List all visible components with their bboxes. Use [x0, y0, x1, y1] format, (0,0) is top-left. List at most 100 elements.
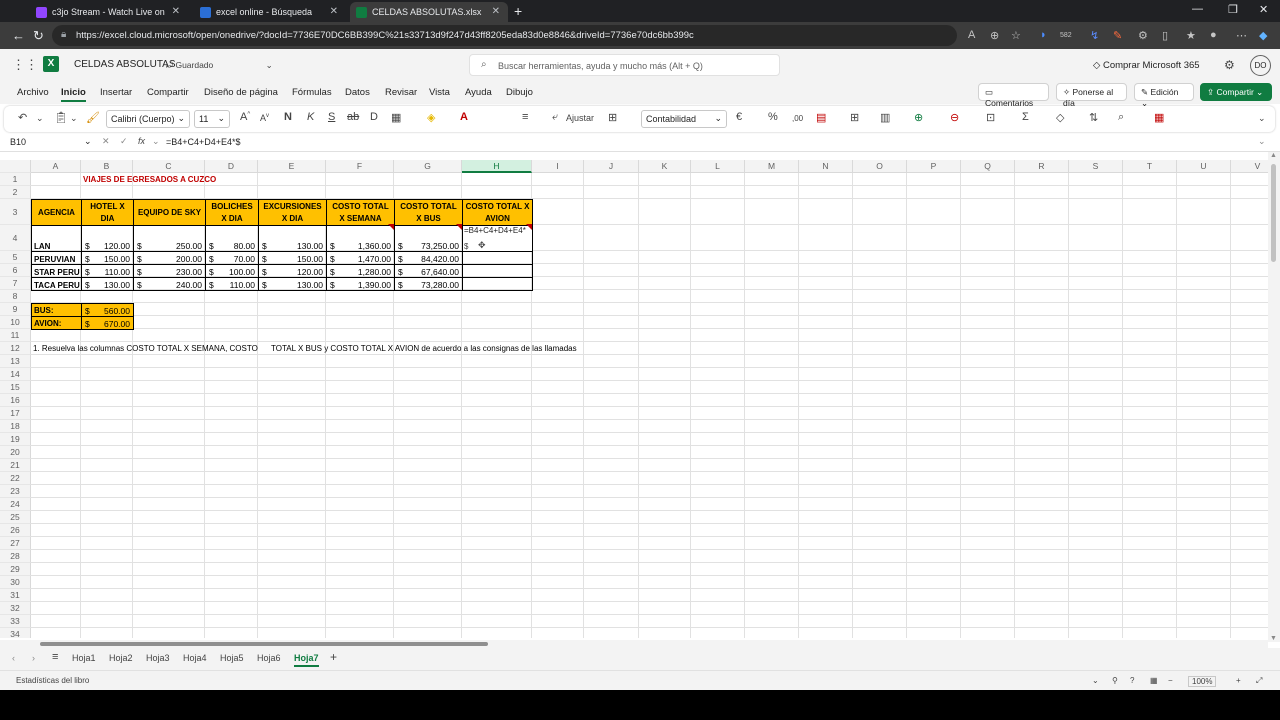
- cell[interactable]: [133, 589, 205, 602]
- cell[interactable]: [258, 433, 326, 446]
- cell[interactable]: [639, 459, 691, 472]
- sheet-tab[interactable]: Hoja3: [146, 653, 170, 663]
- cell[interactable]: [394, 459, 462, 472]
- clear-icon[interactable]: ◇: [1056, 111, 1064, 124]
- cell[interactable]: [394, 485, 462, 498]
- cell[interactable]: [907, 381, 961, 394]
- cell[interactable]: [691, 420, 745, 433]
- cell[interactable]: [639, 199, 691, 225]
- cell[interactable]: [394, 303, 462, 316]
- cell[interactable]: [907, 498, 961, 511]
- cell[interactable]: [394, 290, 462, 303]
- cell[interactable]: [907, 264, 961, 277]
- cell[interactable]: [1069, 264, 1123, 277]
- cell[interactable]: [532, 186, 584, 199]
- cell[interactable]: [1177, 199, 1231, 225]
- cell[interactable]: [907, 615, 961, 628]
- cell[interactable]: [1069, 277, 1123, 290]
- cell[interactable]: [961, 550, 1015, 563]
- cell[interactable]: [639, 511, 691, 524]
- cell[interactable]: [1177, 251, 1231, 264]
- cell[interactable]: [799, 251, 853, 264]
- cell[interactable]: [1177, 498, 1231, 511]
- cell[interactable]: [799, 329, 853, 342]
- undo-icon[interactable]: ↶: [18, 111, 27, 124]
- cell[interactable]: [532, 199, 584, 225]
- cell[interactable]: [584, 173, 639, 186]
- cell[interactable]: [691, 407, 745, 420]
- cell[interactable]: [961, 498, 1015, 511]
- cell[interactable]: [584, 264, 639, 277]
- cell[interactable]: [462, 355, 532, 368]
- cell[interactable]: [1069, 355, 1123, 368]
- cell[interactable]: [691, 472, 745, 485]
- cell[interactable]: [584, 524, 639, 537]
- close-icon[interactable]: ✕: [172, 6, 180, 17]
- cell[interactable]: [691, 485, 745, 498]
- cell[interactable]: [31, 394, 81, 407]
- cell[interactable]: [1015, 498, 1069, 511]
- cell[interactable]: [532, 615, 584, 628]
- cell[interactable]: [205, 498, 258, 511]
- cell[interactable]: [907, 433, 961, 446]
- cell[interactable]: [532, 563, 584, 576]
- cell[interactable]: [31, 550, 81, 563]
- cell[interactable]: [31, 186, 81, 199]
- cell[interactable]: [1231, 472, 1268, 485]
- cell[interactable]: [394, 355, 462, 368]
- cell[interactable]: [853, 576, 907, 589]
- cell[interactable]: [326, 355, 394, 368]
- cell[interactable]: [1177, 589, 1231, 602]
- cell[interactable]: [1177, 316, 1231, 329]
- cell[interactable]: [258, 485, 326, 498]
- cell[interactable]: [584, 199, 639, 225]
- cell[interactable]: [584, 563, 639, 576]
- cell[interactable]: [1123, 394, 1177, 407]
- cell[interactable]: [205, 186, 258, 199]
- cell[interactable]: [799, 225, 853, 251]
- cell[interactable]: [961, 251, 1015, 264]
- find-icon[interactable]: ⌕: [1118, 111, 1124, 124]
- cell[interactable]: [1123, 576, 1177, 589]
- cell[interactable]: [799, 173, 853, 186]
- cell[interactable]: [639, 589, 691, 602]
- cell[interactable]: [584, 329, 639, 342]
- row-header-21[interactable]: 21: [0, 459, 31, 472]
- cell[interactable]: [745, 394, 799, 407]
- cell[interactable]: [462, 381, 532, 394]
- cell[interactable]: [745, 277, 799, 290]
- url-field[interactable]: 🔒︎ https://excel.cloud.microsoft/open/on…: [52, 25, 957, 46]
- cell[interactable]: [584, 186, 639, 199]
- tab-revisar[interactable]: Revisar: [385, 87, 417, 98]
- cell[interactable]: [532, 628, 584, 638]
- cell[interactable]: [205, 537, 258, 550]
- cell[interactable]: [258, 576, 326, 589]
- comment-indicator[interactable]: [456, 224, 462, 230]
- currency-cell[interactable]: $130.00: [81, 277, 134, 291]
- cell[interactable]: [1069, 537, 1123, 550]
- cell[interactable]: [1123, 602, 1177, 615]
- cell[interactable]: [462, 173, 532, 186]
- row-header-33[interactable]: 33: [0, 615, 31, 628]
- cell[interactable]: [394, 316, 462, 329]
- cell[interactable]: [1231, 550, 1268, 563]
- cell[interactable]: [326, 381, 394, 394]
- cell[interactable]: [907, 303, 961, 316]
- column-header-c[interactable]: C: [133, 160, 205, 173]
- cell[interactable]: [584, 602, 639, 615]
- view-normal-icon[interactable]: ▦: [1150, 676, 1158, 685]
- cell[interactable]: [1231, 459, 1268, 472]
- cell[interactable]: [1015, 576, 1069, 589]
- cell[interactable]: [462, 537, 532, 550]
- sheet-tab[interactable]: Hoja6: [257, 653, 281, 663]
- cell[interactable]: [1231, 368, 1268, 381]
- cell[interactable]: [326, 433, 394, 446]
- cell[interactable]: [133, 615, 205, 628]
- currency-cell[interactable]: $80.00: [205, 225, 259, 252]
- cell[interactable]: [31, 368, 81, 381]
- sheet-tab[interactable]: Hoja1: [72, 653, 96, 663]
- agency-cell[interactable]: STAR PERU: [31, 264, 82, 278]
- cell[interactable]: [394, 472, 462, 485]
- cell[interactable]: [1123, 329, 1177, 342]
- cell[interactable]: [133, 537, 205, 550]
